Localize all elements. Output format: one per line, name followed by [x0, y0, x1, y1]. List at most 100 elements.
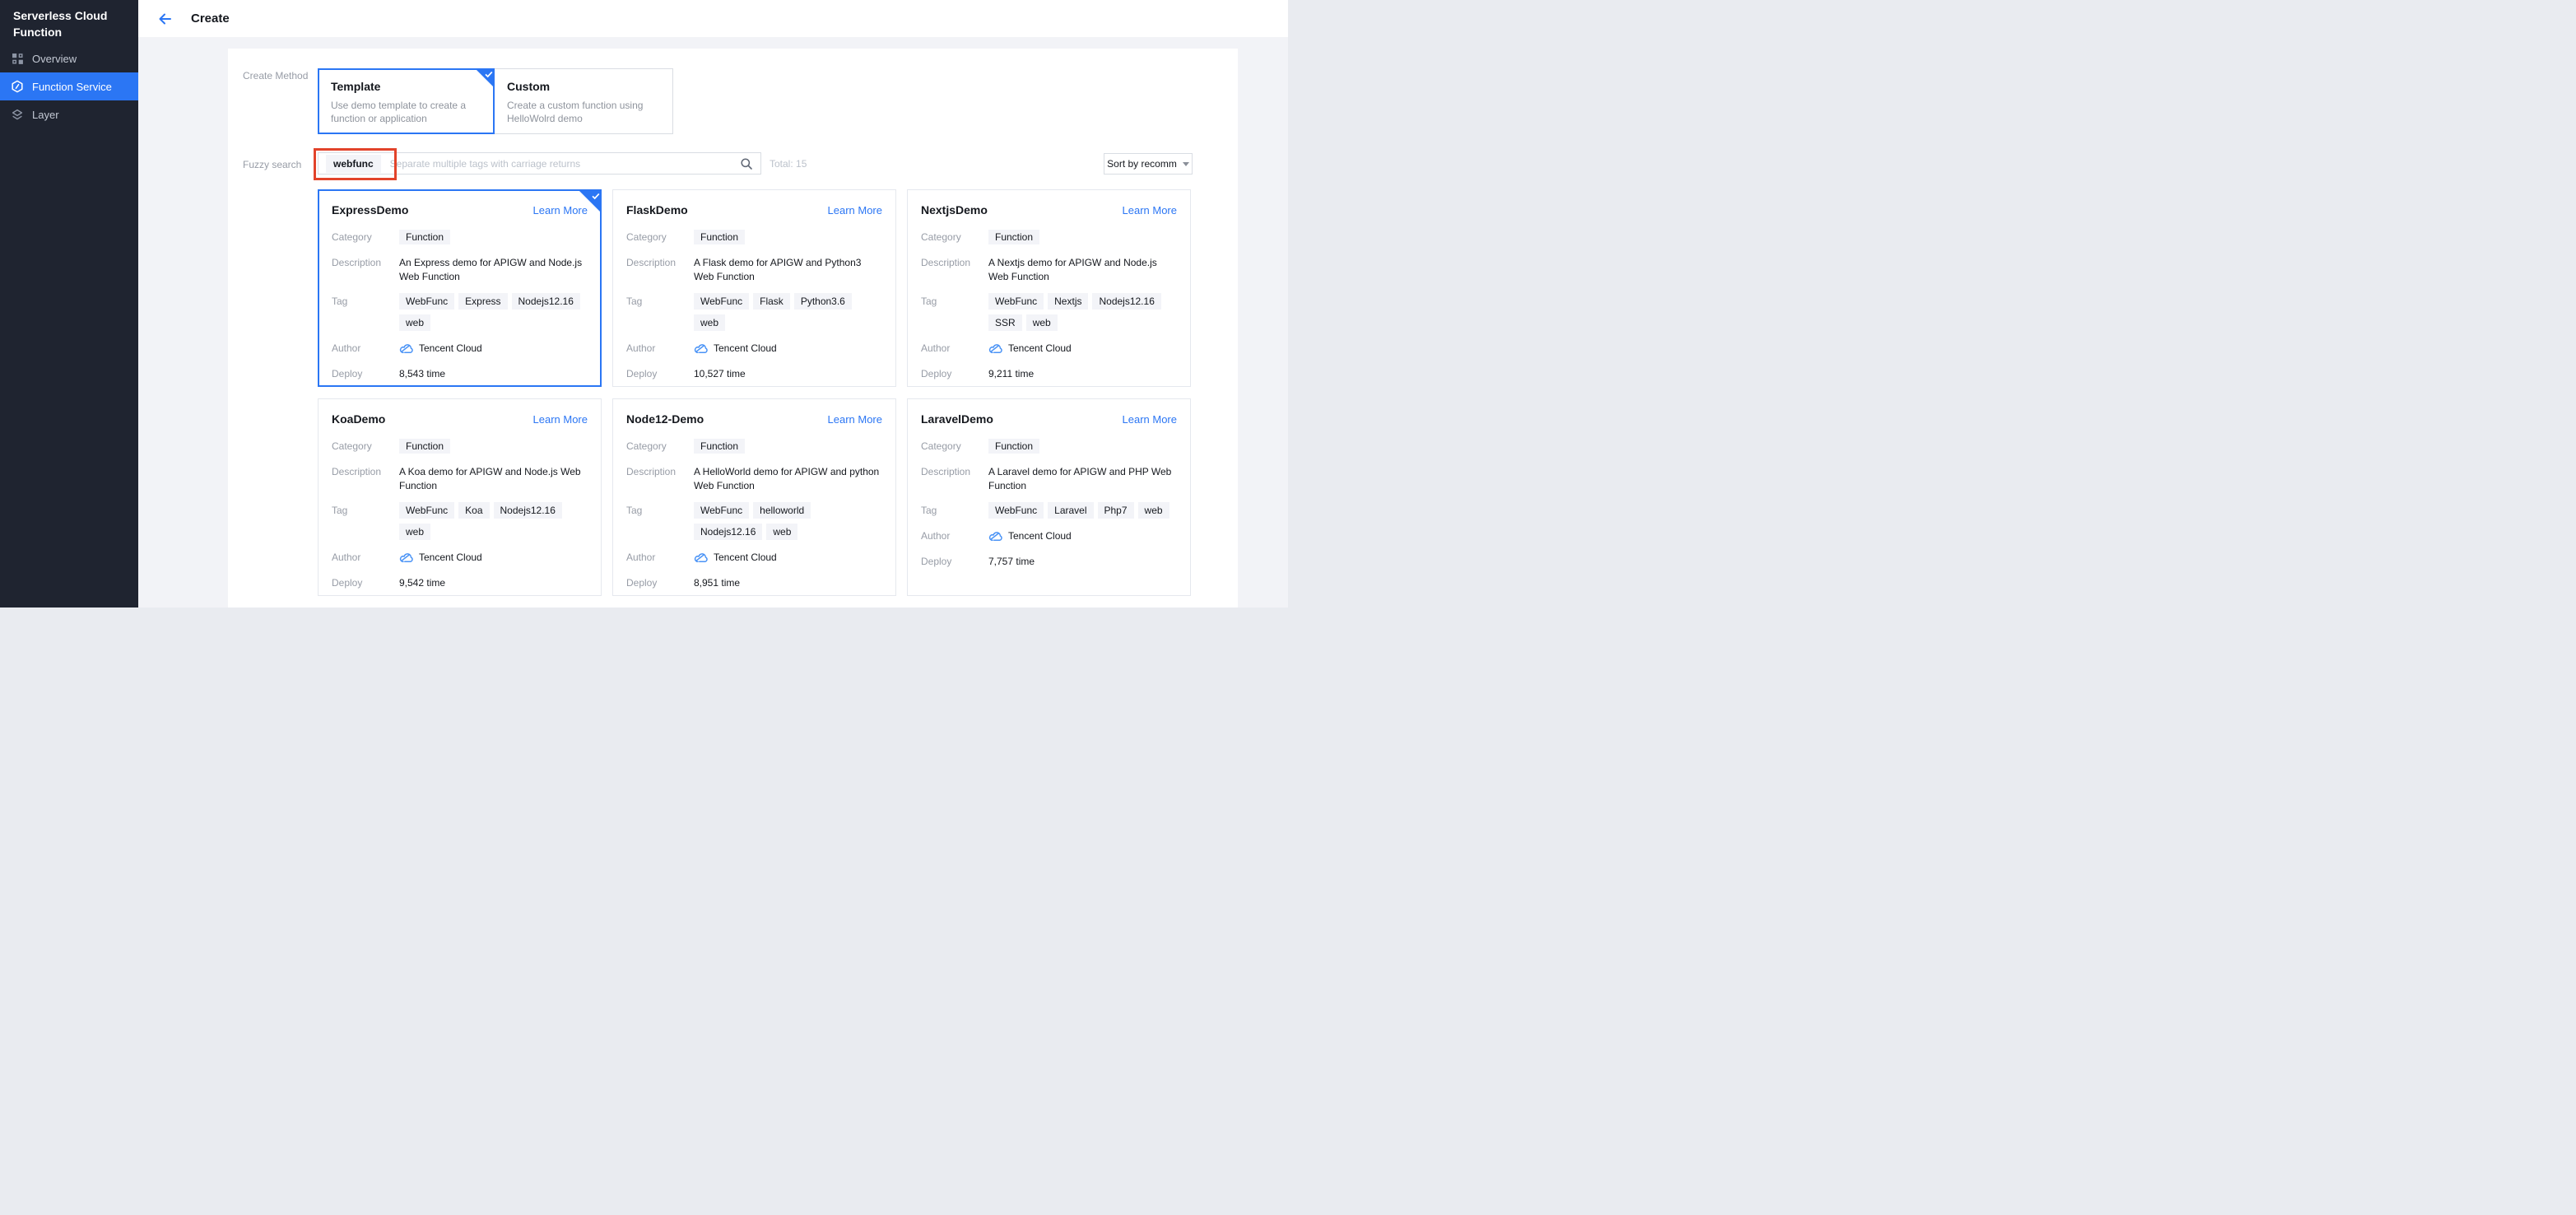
- card-deploy: 9,542 time: [399, 575, 445, 591]
- deploy-label: Deploy: [921, 553, 988, 570]
- category-label: Category: [332, 229, 399, 245]
- tag-chip: Express: [458, 293, 507, 310]
- tag-chip: Nodejs12.16: [1092, 293, 1160, 310]
- sidebar-item-overview[interactable]: Overview: [0, 44, 138, 72]
- fuzzy-search-label: Fuzzy search: [243, 159, 301, 170]
- tag-label: Tag: [332, 502, 399, 519]
- learn-more-link[interactable]: Learn More: [1123, 413, 1177, 426]
- template-card-expressdemo[interactable]: ExpressDemo Learn More Category Function…: [318, 189, 602, 387]
- author-label: Author: [332, 340, 399, 356]
- tencent-cloud-icon: [399, 343, 413, 354]
- tag-chip: web: [766, 524, 797, 540]
- description-label: Description: [626, 463, 694, 480]
- grid-icon: [11, 52, 24, 65]
- sidebar-item-label: Function Service: [32, 81, 112, 93]
- template-card-node12-demo[interactable]: Node12-Demo Learn More Category Function…: [612, 398, 896, 596]
- deploy-label: Deploy: [332, 575, 399, 591]
- author-label: Author: [332, 549, 399, 566]
- create-method-options: Template Use demo template to create a f…: [318, 68, 673, 134]
- category-chip: Function: [399, 439, 450, 454]
- tag-chip: Nodejs12.16: [694, 524, 762, 540]
- tag-chip: web: [1026, 314, 1058, 331]
- card-deploy: 7,757 time: [988, 553, 1035, 570]
- tag-chip: helloworld: [753, 502, 811, 519]
- card-author: Tencent Cloud: [1008, 340, 1072, 356]
- card-description: A Laravel demo for APIGW and PHP Web Fun…: [988, 463, 1177, 493]
- deploy-label: Deploy: [626, 365, 694, 382]
- learn-more-link[interactable]: Learn More: [828, 204, 882, 216]
- deploy-label: Deploy: [332, 365, 399, 382]
- search-icon[interactable]: [740, 157, 753, 170]
- search-input[interactable]: webfunc Separate multiple tags with carr…: [318, 152, 761, 175]
- category-chip: Function: [399, 230, 450, 244]
- card-title: KoaDemo: [332, 412, 385, 426]
- sort-dropdown[interactable]: Sort by recomm: [1104, 153, 1193, 175]
- card-title: Node12-Demo: [626, 412, 704, 426]
- tag-chip: WebFunc: [399, 502, 454, 519]
- template-card-koademo[interactable]: KoaDemo Learn More Category Function Des…: [318, 398, 602, 596]
- author-label: Author: [921, 528, 988, 544]
- create-method-label: Create Method: [243, 70, 308, 81]
- sidebar: Serverless Cloud Function Overview Funct…: [0, 0, 138, 608]
- search-tag-chip[interactable]: webfunc: [326, 155, 381, 173]
- hexagon-function-icon: [11, 80, 24, 93]
- template-card-flaskdemo[interactable]: FlaskDemo Learn More Category Function D…: [612, 189, 896, 387]
- card-deploy: 10,527 time: [694, 365, 746, 382]
- category-label: Category: [921, 438, 988, 454]
- tag-label: Tag: [921, 293, 988, 310]
- sort-dropdown-value: Sort by recomm: [1107, 158, 1177, 170]
- card-author: Tencent Cloud: [714, 340, 777, 356]
- template-card-laraveldemo[interactable]: LaravelDemo Learn More Category Function…: [907, 398, 1191, 596]
- search-placeholder: Separate multiple tags with carriage ret…: [390, 158, 733, 170]
- sidebar-nav: Overview Function Service Layer: [0, 44, 138, 128]
- create-method-option-template[interactable]: Template Use demo template to create a f…: [318, 68, 495, 134]
- sidebar-item-label: Layer: [32, 109, 59, 121]
- tencent-cloud-icon: [694, 343, 708, 354]
- back-button[interactable]: [157, 12, 172, 26]
- category-label: Category: [921, 229, 988, 245]
- create-method-option-custom[interactable]: Custom Create a custom function using He…: [494, 68, 673, 134]
- category-chip: Function: [694, 439, 745, 454]
- tencent-cloud-icon: [399, 552, 413, 563]
- tag-chip: Koa: [458, 502, 489, 519]
- sidebar-item-layer[interactable]: Layer: [0, 100, 138, 128]
- category-label: Category: [332, 438, 399, 454]
- method-option-title: Template: [331, 80, 481, 93]
- template-card-nextjsdemo[interactable]: NextjsDemo Learn More Category Function …: [907, 189, 1191, 387]
- category-label: Category: [626, 229, 694, 245]
- card-title: ExpressDemo: [332, 203, 408, 216]
- description-label: Description: [332, 254, 399, 271]
- tencent-cloud-icon: [988, 531, 1002, 542]
- topbar: Create: [138, 0, 1288, 37]
- learn-more-link[interactable]: Learn More: [1123, 204, 1177, 216]
- sidebar-item-function-service[interactable]: Function Service: [0, 72, 138, 100]
- tag-chip: web: [399, 314, 430, 331]
- method-option-description: Use demo template to create a function o…: [331, 99, 486, 125]
- card-author: Tencent Cloud: [1008, 528, 1072, 544]
- tag-chip: Python3.6: [794, 293, 852, 310]
- card-title: NextjsDemo: [921, 203, 988, 216]
- app-root: Serverless Cloud Function Overview Funct…: [0, 0, 1288, 608]
- tag-chips: WebFunchelloworldNodejs12.16web: [694, 502, 882, 540]
- category-chip: Function: [694, 230, 745, 244]
- tag-chip: SSR: [988, 314, 1022, 331]
- tag-chip: web: [399, 524, 430, 540]
- card-description: A HelloWorld demo for APIGW and python W…: [694, 463, 882, 493]
- tencent-cloud-icon: [694, 552, 708, 563]
- deploy-label: Deploy: [921, 365, 988, 382]
- tag-chip: web: [1138, 502, 1169, 519]
- learn-more-link[interactable]: Learn More: [828, 413, 882, 426]
- description-label: Description: [626, 254, 694, 271]
- tag-chips: WebFuncFlaskPython3.6web: [694, 293, 882, 331]
- tag-chip: Laravel: [1048, 502, 1093, 519]
- tag-chip: WebFunc: [399, 293, 454, 310]
- learn-more-link[interactable]: Learn More: [533, 413, 588, 426]
- method-option-title: Custom: [507, 80, 660, 93]
- author-label: Author: [626, 340, 694, 356]
- tag-chip: web: [694, 314, 725, 331]
- tag-label: Tag: [626, 502, 694, 519]
- page-title: Create: [191, 12, 230, 26]
- card-deploy: 9,211 time: [988, 365, 1034, 382]
- tag-label: Tag: [921, 502, 988, 519]
- card-description: An Express demo for APIGW and Node.js We…: [399, 254, 588, 284]
